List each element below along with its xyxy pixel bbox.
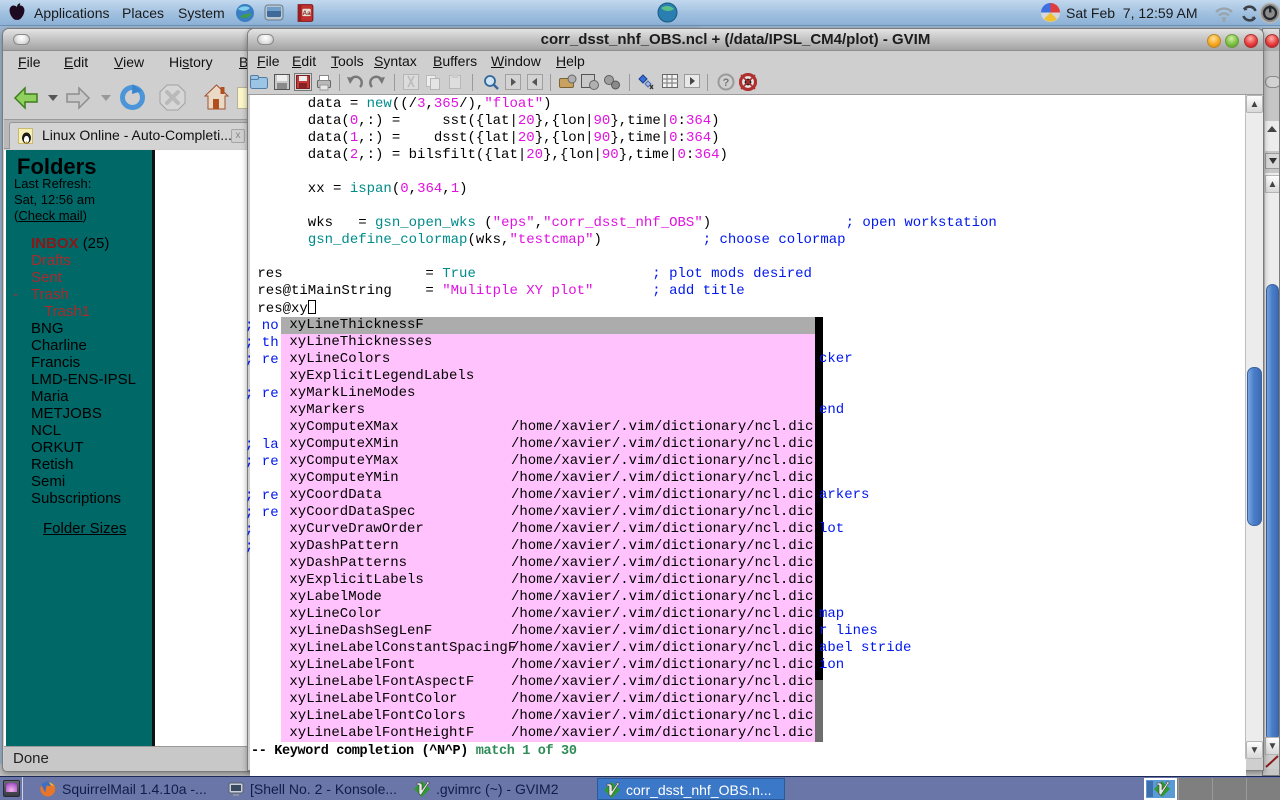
svg-text:?: ?: [723, 77, 730, 89]
svg-text:Aa: Aa: [303, 10, 312, 17]
